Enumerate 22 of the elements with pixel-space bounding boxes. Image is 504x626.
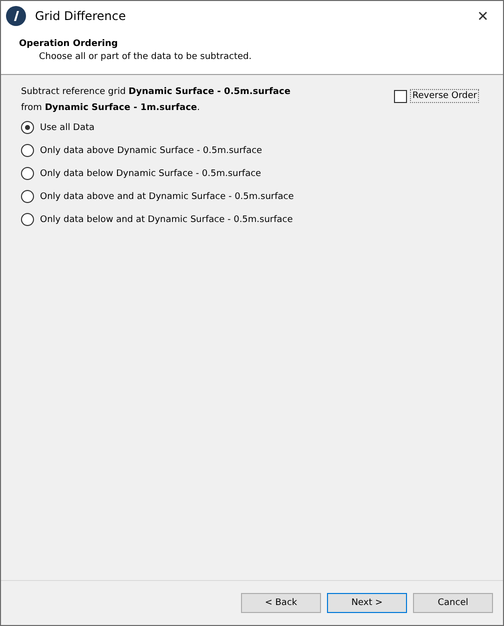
checkbox[interactable] [394, 90, 408, 102]
close-button[interactable]: ✕ [463, 1, 503, 31]
radio-button[interactable] [21, 213, 34, 226]
page-title: Operation Ordering [19, 39, 119, 49]
wizard-button[interactable]: Cancel [413, 593, 493, 613]
radio-button[interactable] [21, 144, 34, 157]
app-icon [5, 5, 27, 27]
radio-button[interactable] [21, 167, 34, 180]
radio-button[interactable] [21, 190, 34, 203]
page-subtitle: Choose all or part of the data to be subtracted. [38, 52, 253, 62]
radio-button[interactable] [21, 121, 34, 134]
radio-label[interactable]: Only data below and at Dynamic Surface - 0.5m.surface [40, 214, 293, 224]
description-text: Subtract reference grid Dynamic Surface - 0.5m.surface [21, 87, 290, 97]
radio-label[interactable]: Only data above and at Dynamic Surface - 0.5m.surface [40, 192, 294, 202]
radio-label[interactable]: Only data below Dynamic Surface - 0.5m.surface [40, 168, 262, 178]
window-title: Grid Difference [35, 9, 127, 23]
description-text: from Dynamic Surface - 1m.surface. [21, 103, 201, 113]
wizard-button[interactable]: Next > [327, 593, 407, 613]
radio-label[interactable]: Only data above Dynamic Surface - 0.5m.surface [40, 146, 262, 156]
wizard-button[interactable]: < Back [241, 593, 321, 613]
radio-label[interactable]: Use all Data [40, 122, 95, 132]
checkbox-label[interactable]: Reverse Order [410, 89, 479, 103]
